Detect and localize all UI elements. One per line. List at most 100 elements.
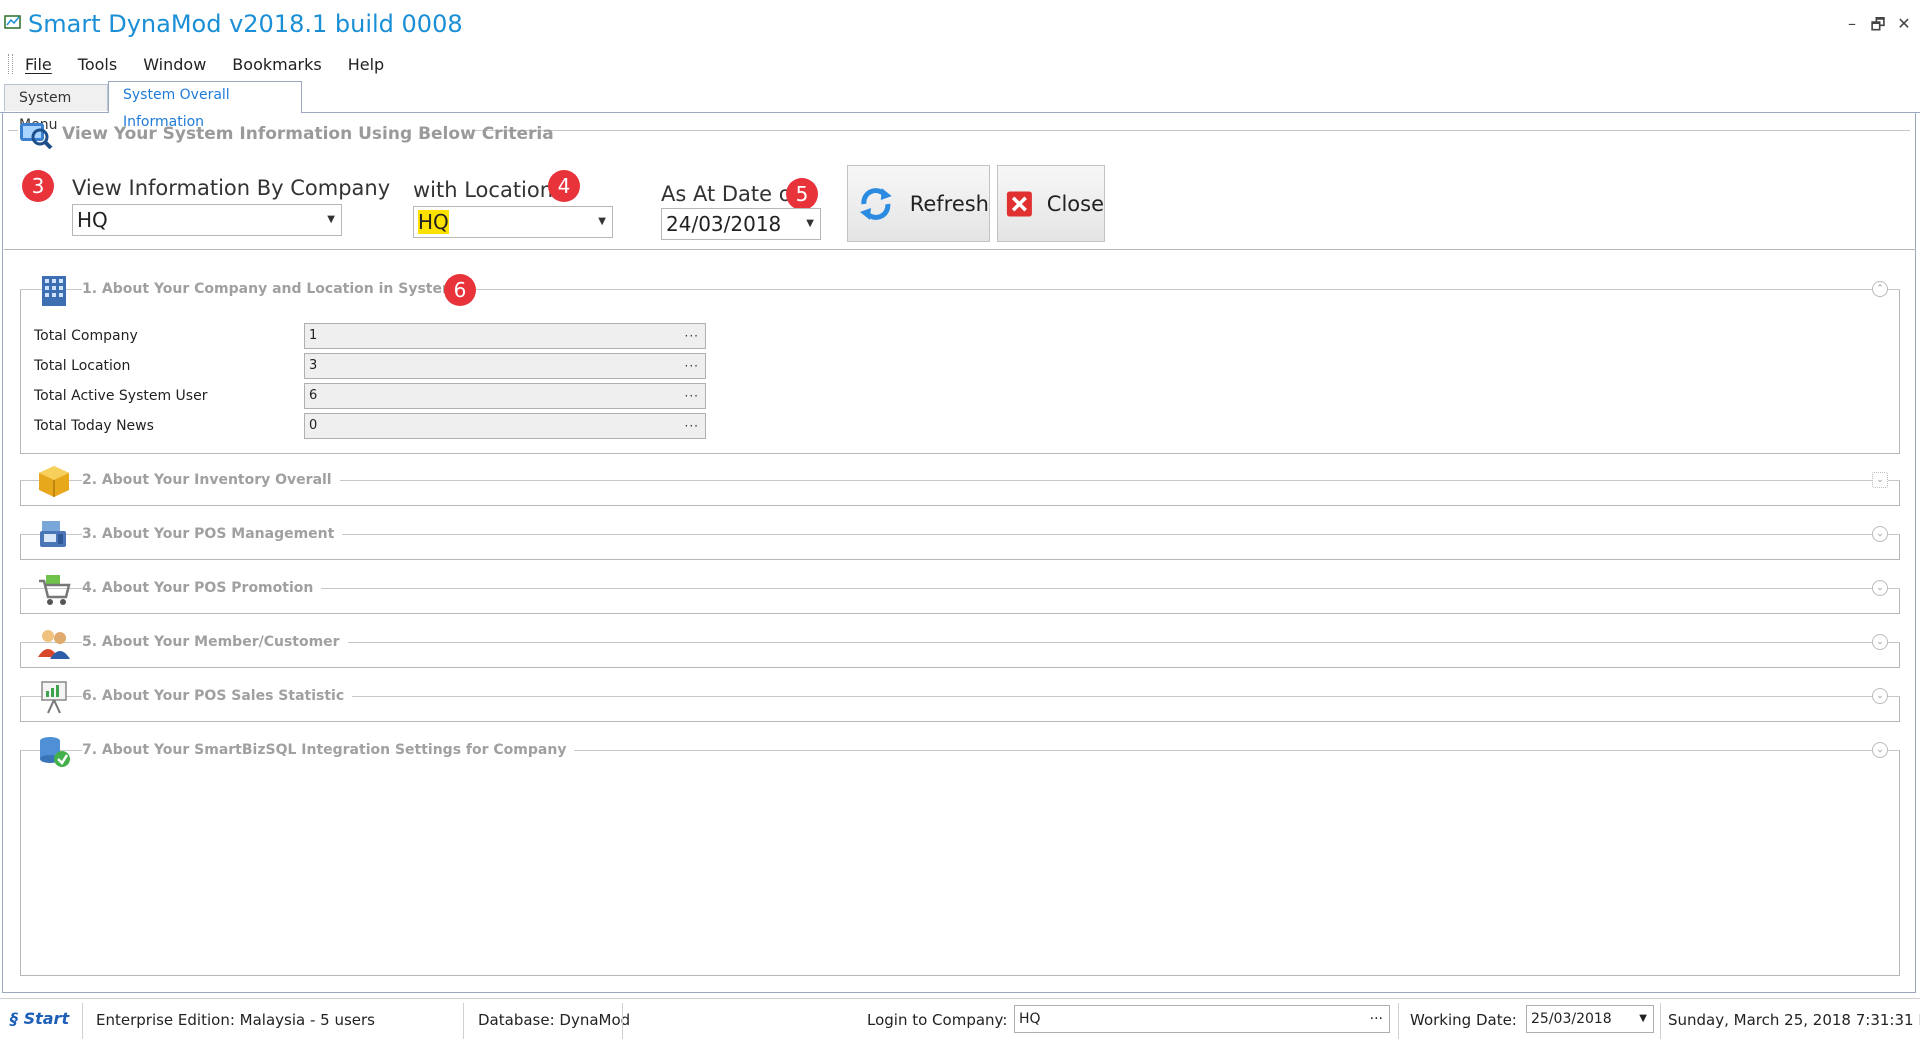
total-company-value: 1 xyxy=(309,328,318,343)
start-button[interactable]: § Start xyxy=(10,1009,69,1028)
working-date-picker[interactable]: 25/03/2018 ▼ xyxy=(1526,1005,1654,1033)
status-separator xyxy=(1660,1003,1661,1039)
section-4-title[interactable]: 4. About Your POS Promotion xyxy=(82,580,322,596)
section-4-header: 4. About Your POS Promotion ⌄ xyxy=(20,571,1900,605)
building-icon xyxy=(42,276,66,306)
ellipsis-icon[interactable]: ··· xyxy=(685,384,699,408)
company-select[interactable]: HQ ▼ xyxy=(72,204,342,236)
expand-icon[interactable]: ⌄ xyxy=(1872,688,1888,704)
working-date-label: Working Date: xyxy=(1410,1011,1517,1029)
location-select-value: HQ xyxy=(418,210,449,234)
search-info-icon xyxy=(20,123,53,149)
status-bar: § Start Enterprise Edition: Malaysia - 5… xyxy=(0,998,1920,1043)
expand-icon[interactable]: ⌄ xyxy=(1872,742,1888,758)
section-1-title[interactable]: 1. About Your Company and Location in Sy… xyxy=(82,281,465,297)
status-separator xyxy=(622,1003,623,1039)
company-select-value: HQ xyxy=(77,208,108,232)
collapse-icon[interactable]: ⌃ xyxy=(1872,281,1888,297)
menu-tools[interactable]: Tools xyxy=(76,53,119,76)
section-2-title[interactable]: 2. About Your Inventory Overall xyxy=(82,472,340,488)
refresh-icon xyxy=(859,187,892,220)
tab-system-overall-information[interactable]: System Overall Information xyxy=(108,81,302,130)
criteria-divider xyxy=(474,130,1910,131)
restore-button[interactable]: 🗗 xyxy=(1870,14,1886,41)
section-6-title[interactable]: 6. About Your POS Sales Statistic xyxy=(82,688,353,704)
menu-window[interactable]: Window xyxy=(141,53,208,76)
total-today-news-label: Total Today News xyxy=(34,418,154,434)
section-3-title[interactable]: 3. About Your POS Management xyxy=(82,526,343,542)
window-controls: – 🗗 ✕ xyxy=(1844,14,1912,41)
login-company-label: Login to Company: xyxy=(867,1011,1008,1029)
chevron-down-icon[interactable]: ▼ xyxy=(598,207,606,237)
menu-file[interactable]: File xyxy=(23,53,54,76)
section-7-header: 7. About Your SmartBizSQL Integration Se… xyxy=(20,733,1900,767)
chevron-down-icon[interactable]: ▼ xyxy=(327,205,335,235)
total-active-user-field[interactable]: 6 ··· xyxy=(304,383,706,409)
section-3-header: 3. About Your POS Management ⌄ xyxy=(20,517,1900,551)
login-company-field[interactable]: HQ ··· xyxy=(1014,1005,1390,1033)
menu-grip xyxy=(8,54,13,74)
date-picker-value: 24/03/2018 xyxy=(666,212,782,236)
tab-strip: System Menu System Overall Information xyxy=(0,80,1920,133)
window-title: Smart DynaMod v2018.1 build 0008 xyxy=(28,10,463,38)
database-sync-icon xyxy=(40,737,70,767)
marker-3: 3 xyxy=(22,170,54,202)
expand-icon[interactable]: ⌄ xyxy=(1872,634,1888,650)
close-label: Close xyxy=(1046,191,1104,216)
section-5-header: 5. About Your Member/Customer ⌄ xyxy=(20,625,1900,659)
chevron-down-icon[interactable]: ▼ xyxy=(1639,1006,1647,1032)
marker-6: 6 xyxy=(444,274,476,306)
close-window-button[interactable]: ✕ xyxy=(1896,14,1912,41)
total-location-field[interactable]: 3 ··· xyxy=(304,353,706,379)
minimize-button[interactable]: – xyxy=(1844,14,1860,41)
total-location-label: Total Location xyxy=(34,358,131,374)
total-today-news-field[interactable]: 0 ··· xyxy=(304,413,706,439)
marker-4: 4 xyxy=(548,170,580,202)
edition-text: Enterprise Edition: Malaysia - 5 users xyxy=(96,1011,375,1029)
total-today-news-value: 0 xyxy=(309,418,318,433)
status-separator xyxy=(82,1003,83,1039)
location-select[interactable]: HQ ▼ xyxy=(413,206,613,238)
refresh-label: Refresh xyxy=(909,191,989,216)
close-icon xyxy=(1006,191,1032,216)
section-6-header: 6. About Your POS Sales Statistic ⌄ xyxy=(20,679,1900,714)
menu-bookmarks[interactable]: Bookmarks xyxy=(230,53,323,76)
expand-icon[interactable]: ⌄ xyxy=(1872,580,1888,596)
cash-register-icon xyxy=(40,521,66,547)
criteria-header: View Your System Information Using Below… xyxy=(18,119,554,149)
ellipsis-icon[interactable]: ··· xyxy=(685,414,699,438)
presentation-icon xyxy=(41,681,67,714)
total-company-field[interactable]: 1 ··· xyxy=(304,323,706,349)
status-separator xyxy=(463,1003,464,1039)
section-7-title[interactable]: 7. About Your SmartBizSQL Integration Se… xyxy=(82,742,575,758)
criteria-title: View Your System Information Using Below… xyxy=(62,124,554,144)
date-picker[interactable]: 24/03/2018 ▼ xyxy=(661,208,821,240)
chevron-down-icon[interactable]: ▼ xyxy=(806,209,814,239)
ellipsis-icon[interactable]: ··· xyxy=(1370,1006,1383,1032)
tab-system-menu[interactable]: System Menu xyxy=(4,84,108,133)
close-button[interactable]: Close xyxy=(997,165,1105,242)
section-5-title[interactable]: 5. About Your Member/Customer xyxy=(82,634,348,650)
total-company-label: Total Company xyxy=(34,328,138,344)
date-label: As At Date of xyxy=(661,182,799,206)
refresh-button[interactable]: Refresh xyxy=(847,165,990,242)
ellipsis-icon[interactable]: ··· xyxy=(685,324,699,348)
box-icon xyxy=(39,466,69,497)
total-active-user-value: 6 xyxy=(309,388,318,403)
datetime-text: Sunday, March 25, 2018 7:31:31 PM xyxy=(1668,1011,1920,1029)
location-label: with Location xyxy=(413,178,554,202)
expand-icon[interactable]: ⌄ xyxy=(1872,526,1888,542)
database-text: Database: DynaMod xyxy=(478,1011,631,1029)
app-icon xyxy=(4,15,21,29)
section-2-header: 2. About Your Inventory Overall ⌄ xyxy=(20,463,1900,497)
members-icon xyxy=(38,630,70,659)
login-company-value: HQ xyxy=(1019,1011,1041,1027)
working-date-value: 25/03/2018 xyxy=(1531,1011,1612,1027)
menu-bar: File Tools Window Bookmarks Help xyxy=(0,50,1920,78)
ellipsis-icon[interactable]: ··· xyxy=(685,354,699,378)
section-smartbizsql-integration xyxy=(20,751,1900,976)
start-label: Start xyxy=(23,1009,70,1028)
menu-help[interactable]: Help xyxy=(346,53,386,76)
marker-5: 5 xyxy=(786,178,818,210)
expand-icon[interactable]: ⌄ xyxy=(1872,472,1888,488)
